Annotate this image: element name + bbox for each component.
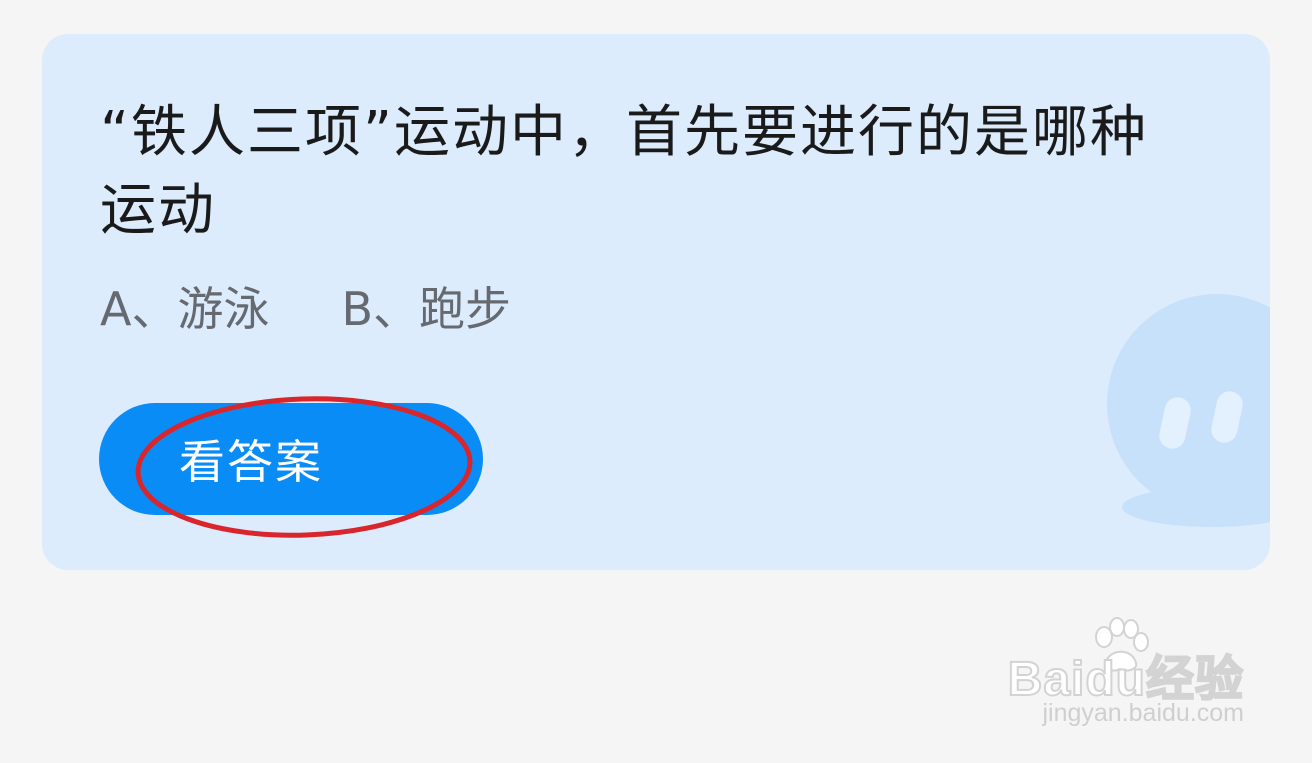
question-text: “铁人三项”运动中，首先要进行的是哪种运动 — [100, 100, 1149, 243]
option-b[interactable]: B、跑步 — [341, 279, 511, 339]
watermark-url: jingyan.baidu.com — [1042, 699, 1244, 727]
chat-bubble-mascot-icon — [1107, 294, 1270, 527]
option-a[interactable]: A、游泳 — [100, 279, 269, 339]
baidu-jingyan-watermark: Baidu经验 jingyan.baidu.com — [1004, 617, 1244, 737]
answer-options: A、游泳 B、跑步 — [100, 279, 511, 339]
red-ellipse-highlight — [135, 396, 473, 538]
